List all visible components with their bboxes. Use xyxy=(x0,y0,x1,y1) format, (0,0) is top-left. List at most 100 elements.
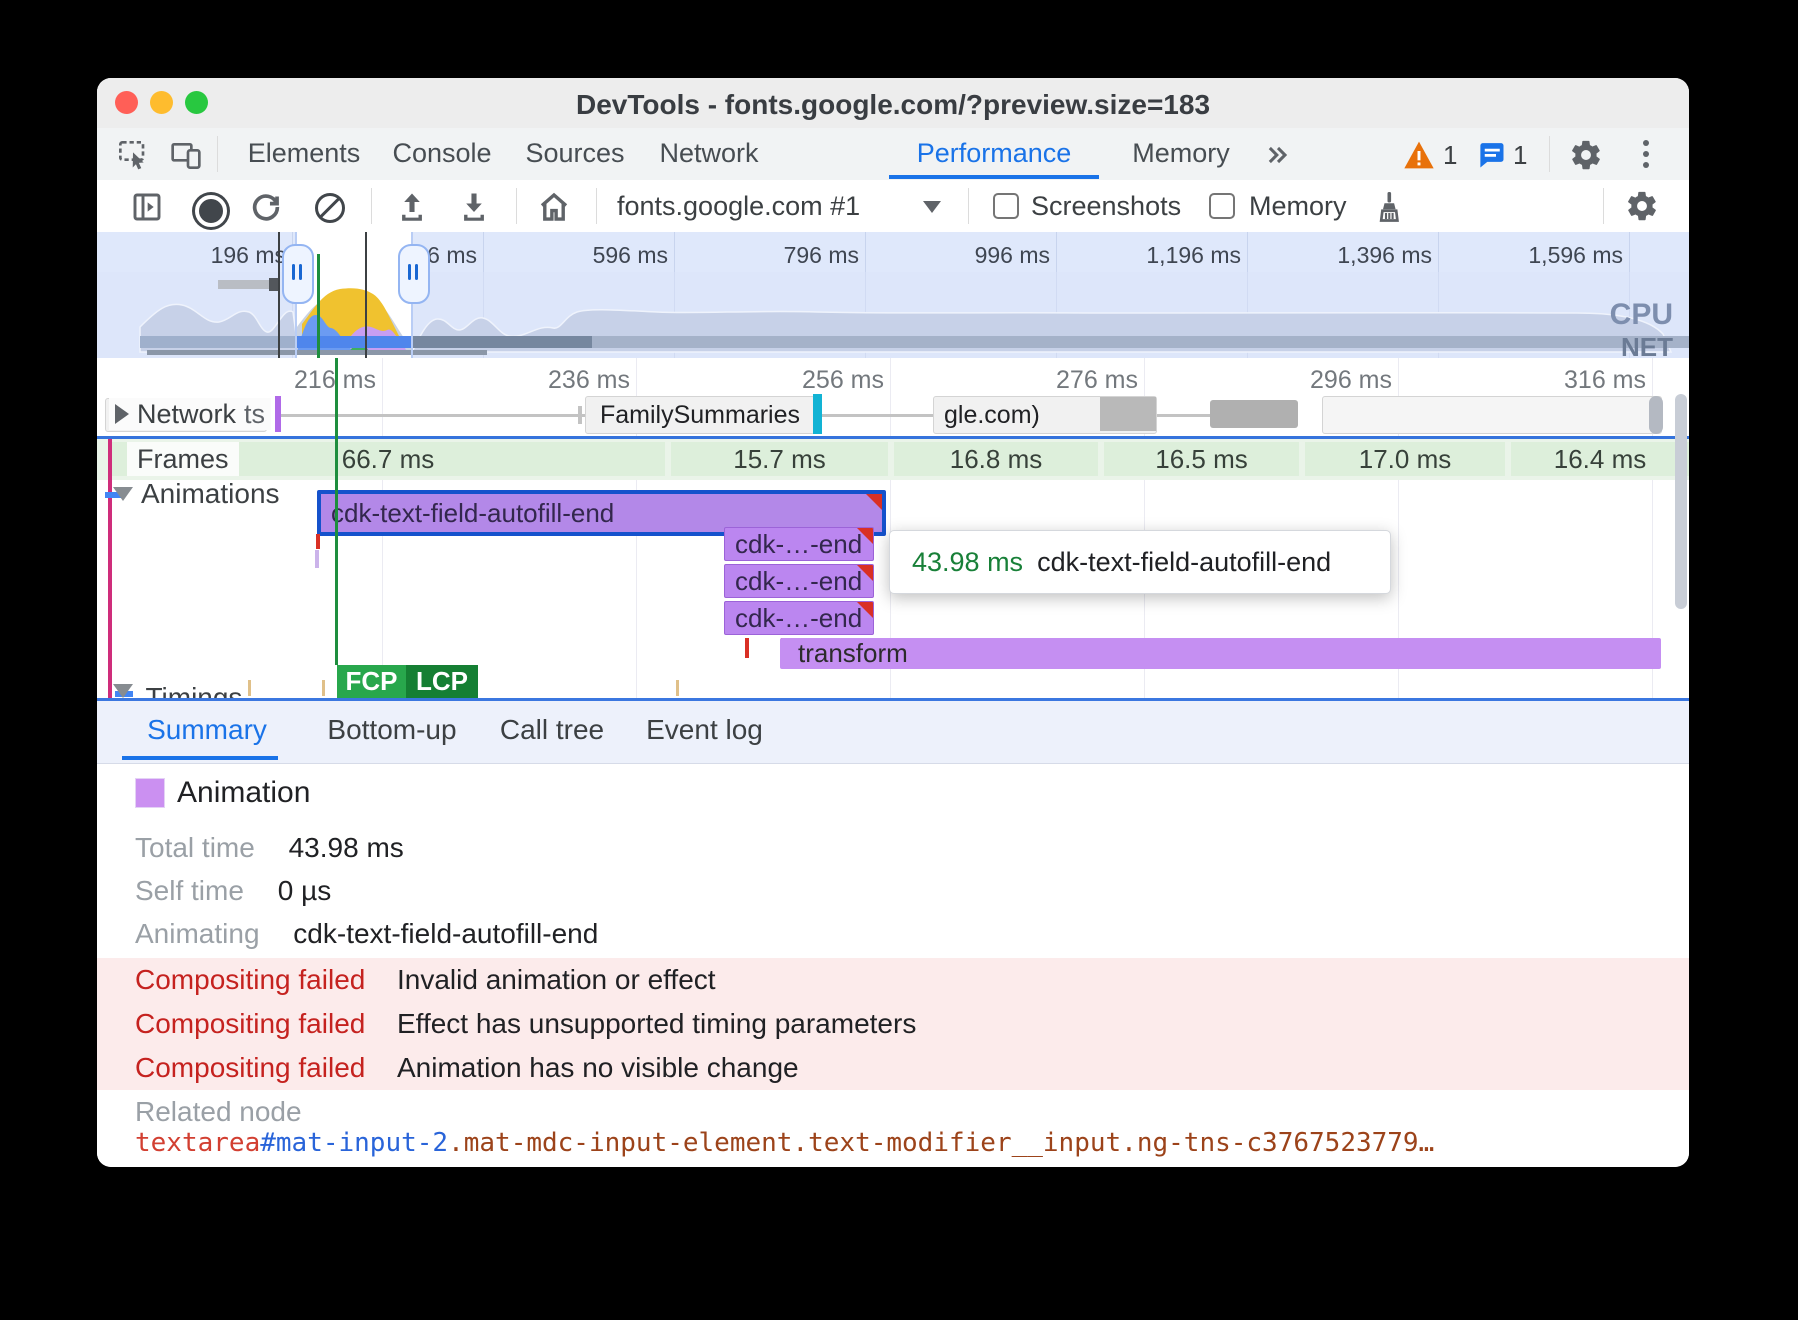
network-track-header[interactable]: Network ts xyxy=(109,398,271,430)
screenshots-checkbox[interactable] xyxy=(993,193,1019,219)
warning-description: Animation has no visible change xyxy=(397,1052,799,1084)
more-tabs-icon[interactable] xyxy=(1263,141,1293,174)
animation-bar[interactable]: cdk-…-end xyxy=(724,601,874,635)
total-time-value: 43.98 ms xyxy=(289,832,404,863)
timing-tick xyxy=(676,680,679,696)
clear-recording-icon[interactable] xyxy=(315,193,345,223)
capture-settings-gear-icon[interactable] xyxy=(1625,189,1659,228)
animating-value: cdk-text-field-autofill-end xyxy=(293,918,598,949)
ruler-tick: 236 ms xyxy=(500,366,630,395)
overview-tick: 1,396 ms xyxy=(1312,242,1432,269)
messages-icon[interactable] xyxy=(1475,140,1507,175)
network-track-scrollbar[interactable] xyxy=(1649,396,1663,434)
message-count[interactable]: 1 xyxy=(1513,140,1527,171)
tab-network[interactable]: Network xyxy=(649,128,769,179)
title-bar: DevTools - fonts.google.com/?preview.siz… xyxy=(97,78,1689,129)
lcp-badge[interactable]: LCP xyxy=(406,665,478,698)
settings-gear-icon[interactable] xyxy=(1569,138,1603,177)
animation-bar[interactable]: cdk-…-end xyxy=(724,564,874,598)
network-request-bar[interactable]: gle.com) xyxy=(933,396,1157,434)
frame-duration: 16.4 ms xyxy=(1554,444,1647,475)
network-request-bar[interactable] xyxy=(1322,396,1662,434)
animation-tick xyxy=(316,534,320,549)
ruler-tick: 256 ms xyxy=(754,366,884,395)
tooltip-title: cdk-text-field-autofill-end xyxy=(1037,547,1331,578)
details-tab-bar: Summary Bottom-up Call tree Event log xyxy=(97,698,1689,764)
tab-sources[interactable]: Sources xyxy=(517,128,633,179)
overview-tick: 596 ms xyxy=(548,242,668,269)
transform-animation-bar[interactable]: transform xyxy=(780,638,1661,669)
compositing-failed-corner xyxy=(865,493,883,511)
timeline-overview[interactable]: 196 ms 396 ms 596 ms 796 ms 996 ms 1,196… xyxy=(97,232,1689,358)
total-time-row: Total time 43.98 ms xyxy=(135,832,404,864)
timing-tick xyxy=(248,680,251,696)
animation-legend-swatch xyxy=(135,778,165,808)
session-caret-icon[interactable] xyxy=(923,201,941,213)
transform-bar-label: transform xyxy=(798,638,908,669)
devtools-tab-bar: Elements Console Sources Network Perform… xyxy=(97,128,1689,181)
toggle-sidebar-icon[interactable] xyxy=(131,191,163,228)
animation-tick xyxy=(315,550,319,568)
tab-elements[interactable]: Elements xyxy=(239,128,369,179)
reload-and-record-icon[interactable] xyxy=(249,190,283,229)
ruler-tick: 316 ms xyxy=(1516,366,1646,395)
network-request-cyan-bar[interactable] xyxy=(813,394,822,434)
active-bottom-tab-underline xyxy=(122,756,278,760)
device-toolbar-icon[interactable] xyxy=(170,139,202,176)
network-request-tick[interactable] xyxy=(275,396,281,432)
garbage-collect-icon[interactable] xyxy=(1371,189,1407,230)
tab-call-tree[interactable]: Call tree xyxy=(497,701,607,759)
home-icon[interactable] xyxy=(537,190,571,229)
node-tag: textarea xyxy=(135,1128,260,1158)
warning-count[interactable]: 1 xyxy=(1443,140,1457,171)
tab-event-log[interactable]: Event log xyxy=(642,701,767,759)
compositing-failed-corner xyxy=(856,564,874,582)
fcp-badge[interactable]: FCP xyxy=(337,665,406,698)
overview-tick: 1,596 ms xyxy=(1503,242,1623,269)
disclosure-collapsed-icon xyxy=(115,404,129,424)
tab-summary[interactable]: Summary xyxy=(142,701,272,759)
record-button[interactable] xyxy=(195,195,227,227)
long-task-bar-end xyxy=(269,278,278,291)
network-request-bar[interactable] xyxy=(1210,400,1298,428)
timings-track-label: Timings xyxy=(145,682,242,698)
frame-duration: 17.0 ms xyxy=(1359,444,1452,475)
frame-duration: 16.5 ms xyxy=(1155,444,1248,475)
disclosure-expanded-icon xyxy=(113,487,133,501)
related-node-label: Related node xyxy=(135,1096,302,1128)
warning-description: Invalid animation or effect xyxy=(397,964,716,996)
animation-bar-label: cdk-…-end xyxy=(735,566,862,597)
tab-bottom-up[interactable]: Bottom-up xyxy=(322,701,462,759)
selection-handle-left[interactable] xyxy=(282,244,314,304)
network-request-bar[interactable]: FamilySummaries xyxy=(585,396,815,434)
screenshots-label[interactable]: Screenshots xyxy=(1031,191,1181,222)
tab-memory[interactable]: Memory xyxy=(1119,128,1243,179)
download-profile-icon[interactable] xyxy=(457,190,491,229)
self-time-row: Self time 0 µs xyxy=(135,875,331,907)
track-highlight-stripe xyxy=(108,439,112,698)
timings-track-header[interactable]: Timings xyxy=(113,682,242,698)
related-node-link[interactable]: textarea#mat-input-2.mat-mdc-input-eleme… xyxy=(135,1128,1434,1158)
memory-checkbox-label[interactable]: Memory xyxy=(1249,191,1347,222)
animation-bar[interactable]: cdk-…-end xyxy=(724,527,874,561)
animations-track-header[interactable]: Animations xyxy=(113,478,280,510)
warning-description: Effect has unsupported timing parameters xyxy=(397,1008,916,1040)
flame-scrollbar[interactable] xyxy=(1675,394,1687,609)
animation-bar-label: cdk-…-end xyxy=(735,603,862,634)
node-id: #mat-input-2 xyxy=(260,1128,448,1158)
window-title: DevTools - fonts.google.com/?preview.siz… xyxy=(97,89,1689,121)
tab-performance[interactable]: Performance xyxy=(889,128,1099,179)
flame-chart-area[interactable]: 216 ms 236 ms 256 ms 276 ms 296 ms 316 m… xyxy=(97,358,1689,698)
frame-duration: 15.7 ms xyxy=(733,444,826,475)
inspect-element-icon[interactable] xyxy=(117,139,149,176)
tab-console[interactable]: Console xyxy=(383,128,501,179)
memory-checkbox[interactable] xyxy=(1209,193,1235,219)
session-selector[interactable]: fonts.google.com #1 xyxy=(617,191,860,222)
selection-handle-right[interactable] xyxy=(398,244,430,304)
frames-track-label-chip[interactable]: Frames xyxy=(127,442,239,476)
kebab-menu-icon[interactable] xyxy=(1643,140,1649,168)
upload-profile-icon[interactable] xyxy=(395,190,429,229)
overview-tick: 996 ms xyxy=(930,242,1050,269)
issues-warning-icon[interactable] xyxy=(1403,140,1435,175)
network-request-label: gle.com) xyxy=(944,401,1040,430)
